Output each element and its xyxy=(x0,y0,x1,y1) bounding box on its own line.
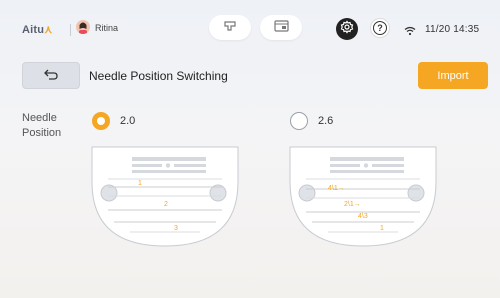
import-button[interactable]: Import xyxy=(418,62,488,89)
avatar[interactable] xyxy=(76,20,90,34)
screen-settings-button[interactable] xyxy=(260,15,302,40)
plate-marker: 2 xyxy=(164,201,168,208)
help-button[interactable]: ? xyxy=(370,18,390,38)
plate-marker: 4\3 xyxy=(358,213,368,220)
screen-settings-icon xyxy=(273,19,289,37)
page-title: Needle Position Switching xyxy=(89,69,228,83)
clock: 11/20 14:35 xyxy=(425,24,480,35)
top-bar: Aitu⋏ Ritina ? 11/20 14:35 xyxy=(0,0,500,48)
wifi-icon xyxy=(404,23,416,41)
back-button[interactable] xyxy=(22,62,80,89)
main-panel: Needle Position Switching Import Needle … xyxy=(6,48,494,298)
needle-plate-diagram-2-0[interactable]: 1 2 3 xyxy=(90,146,240,248)
plate-marker: 3 xyxy=(174,225,178,232)
plate-marker: 4\1→ xyxy=(328,185,345,192)
stitch-mode-button[interactable] xyxy=(209,15,251,40)
stitch-mode-icon xyxy=(223,19,237,37)
needle-position-label: Needle Position xyxy=(22,112,62,139)
gear-icon xyxy=(340,19,354,39)
option-label-2-6[interactable]: 2.6 xyxy=(318,115,333,127)
back-arrow-icon xyxy=(43,67,59,85)
needle-plate-diagram-2-6[interactable]: 4\1→ 2\1→ 4\3 1 xyxy=(288,146,438,248)
radio-needle-2-6[interactable] xyxy=(290,112,308,130)
plate-marker: 1 xyxy=(380,225,384,232)
settings-button[interactable] xyxy=(336,18,358,40)
help-icon: ? xyxy=(373,21,387,35)
radio-needle-2-0[interactable] xyxy=(92,112,110,130)
option-label-2-0[interactable]: 2.0 xyxy=(120,115,135,127)
plate-marker: 2\1→ xyxy=(344,201,361,208)
plate-marker: 1 xyxy=(138,180,142,187)
header-divider xyxy=(70,24,71,36)
username-label: Ritina xyxy=(95,23,119,33)
brand-logo: Aitu⋏ xyxy=(22,24,53,36)
